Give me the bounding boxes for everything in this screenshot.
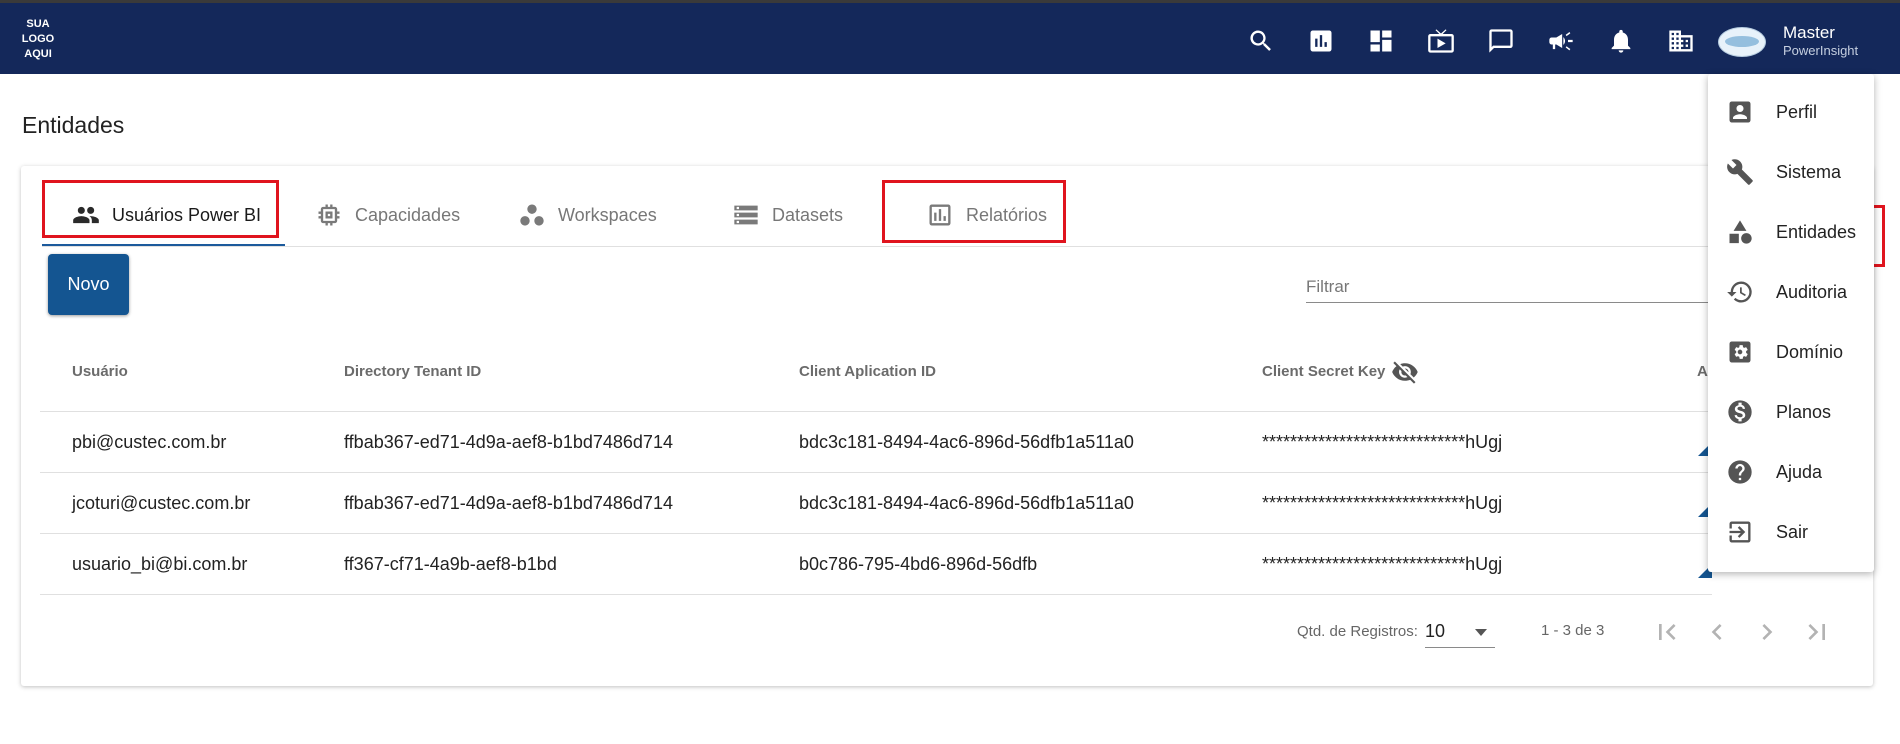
first-page-icon[interactable]	[1651, 616, 1683, 648]
menu-item-ajuda[interactable]: Ajuda	[1708, 447, 1874, 497]
help-icon	[1728, 460, 1752, 484]
user-subtitle: PowerInsight	[1783, 43, 1859, 58]
menu-item-label: Sair	[1776, 521, 1809, 542]
cell-client: b0c786-795-4bd6-896d-56dfb	[799, 554, 1038, 574]
dollar-icon	[1728, 400, 1752, 424]
menu-item-label: Planos	[1776, 401, 1832, 422]
logo-line-2: LOGO	[21, 33, 55, 45]
last-page-icon[interactable]	[1801, 616, 1833, 648]
page-size-select[interactable]: 10	[1425, 617, 1495, 648]
cell-user: jcoturi@custec.com.br	[72, 493, 251, 513]
dashboard-icon[interactable]	[1367, 27, 1395, 55]
cell-client: bdc3c181-8494-4ac6-896d-56dfb1a511a0	[799, 432, 1134, 452]
settings-icon	[1729, 341, 1751, 363]
cell-secret: *****************************hUgj	[1262, 432, 1503, 452]
tabs-divider	[42, 246, 1712, 247]
search-icon[interactable]	[1247, 27, 1275, 55]
filter-input[interactable]	[1306, 272, 1712, 303]
cell-secret: *****************************hUgj	[1262, 493, 1503, 513]
tv-icon[interactable]	[1427, 27, 1455, 55]
column-header-client[interactable]: Client Aplication ID	[799, 363, 936, 380]
menu-item-sair[interactable]: Sair	[1708, 507, 1874, 557]
page-title: Entidades	[22, 112, 125, 138]
avatar-logo	[1725, 36, 1759, 47]
logo[interactable]: SUA LOGO AQUI	[18, 17, 58, 62]
table-row[interactable]: jcoturi@custec.com.br ffbab367-ed71-4d9a…	[40, 472, 1712, 534]
avatar[interactable]	[1718, 27, 1766, 57]
storage-icon	[734, 205, 758, 225]
table-row[interactable]: usuario_bi@bi.com.br ff367-cf71-4a9b-aef…	[40, 533, 1712, 595]
column-header-usuario[interactable]: Usuário	[72, 363, 128, 380]
cell-secret: *****************************hUgj	[1262, 554, 1503, 574]
notifications-icon[interactable]	[1607, 27, 1635, 55]
tab-label: Datasets	[772, 204, 844, 225]
wrench-icon	[1727, 159, 1753, 185]
shapes-icon	[1729, 220, 1752, 244]
highlight-box-relatorios	[882, 180, 1066, 243]
top-app-bar: SUA LOGO AQUI Master PowerInsight	[0, 3, 1900, 74]
tab-datasets[interactable]: Datasets	[732, 195, 843, 235]
tab-label: Capacidades	[355, 204, 461, 225]
menu-item-sistema[interactable]: Sistema	[1708, 147, 1874, 197]
campaign-icon[interactable]	[1547, 27, 1575, 55]
tab-capacidades[interactable]: Capacidades	[315, 195, 460, 235]
page-size-label: Qtd. de Registros:	[1297, 623, 1418, 640]
column-header-tenant[interactable]: Directory Tenant ID	[344, 363, 481, 380]
visibility-off-icon[interactable]	[1391, 358, 1419, 386]
chat-icon[interactable]	[1487, 27, 1515, 55]
chip-icon	[318, 204, 340, 226]
cell-tenant: ff367-cf71-4a9b-aef8-b1bd	[344, 554, 557, 574]
menu-item-perfil[interactable]: Perfil	[1708, 87, 1874, 137]
cell-tenant: ffbab367-ed71-4d9a-aef8-b1bd7486d714	[344, 493, 673, 513]
cell-user: usuario_bi@bi.com.br	[72, 554, 248, 574]
menu-item-label: Auditoria	[1776, 281, 1848, 302]
highlight-box-usuarios	[42, 180, 279, 238]
new-button[interactable]: Novo	[48, 254, 129, 315]
page-size-value: 10	[1425, 621, 1446, 641]
user-name[interactable]: Master	[1783, 23, 1835, 43]
menu-item-entidades[interactable]: Entidades	[1708, 207, 1874, 257]
column-header-actions[interactable]: A	[1697, 363, 1708, 380]
cell-client: bdc3c181-8494-4ac6-896d-56dfb1a511a0	[799, 493, 1134, 513]
building-icon[interactable]	[1667, 27, 1695, 55]
column-header-secret[interactable]: Client Secret Key	[1262, 363, 1385, 380]
menu-item-planos[interactable]: Planos	[1708, 387, 1874, 437]
logo-line-3: AQUI	[24, 48, 52, 60]
menu-item-label: Sistema	[1776, 161, 1842, 182]
report-icon[interactable]	[1307, 27, 1335, 55]
table-bottom-divider	[40, 594, 1712, 595]
menu-item-label: Perfil	[1776, 101, 1818, 122]
logo-line-1: SUA	[26, 18, 50, 30]
menu-item-label: Ajuda	[1776, 461, 1823, 482]
workspaces-icon	[520, 204, 544, 226]
previous-page-icon[interactable]	[1701, 616, 1733, 648]
menu-item-auditoria[interactable]: Auditoria	[1708, 267, 1874, 317]
menu-item-label: Entidades	[1776, 221, 1857, 242]
next-page-icon[interactable]	[1751, 616, 1783, 648]
logout-icon	[1729, 521, 1751, 543]
menu-item-label: Domínio	[1776, 341, 1844, 362]
cell-tenant: ffbab367-ed71-4d9a-aef8-b1bd7486d714	[344, 432, 673, 452]
history-icon	[1727, 281, 1752, 303]
profile-icon	[1729, 101, 1751, 123]
dropdown-arrow-icon	[1475, 629, 1487, 636]
menu-item-dominio[interactable]: Domínio	[1708, 327, 1874, 377]
cell-user: pbi@custec.com.br	[72, 432, 227, 452]
tab-label: Workspaces	[558, 204, 657, 225]
table-row[interactable]: pbi@custec.com.br ffbab367-ed71-4d9a-aef…	[40, 411, 1712, 473]
tab-workspaces[interactable]: Workspaces	[518, 195, 657, 235]
page-range: 1 - 3 de 3	[1541, 622, 1605, 639]
